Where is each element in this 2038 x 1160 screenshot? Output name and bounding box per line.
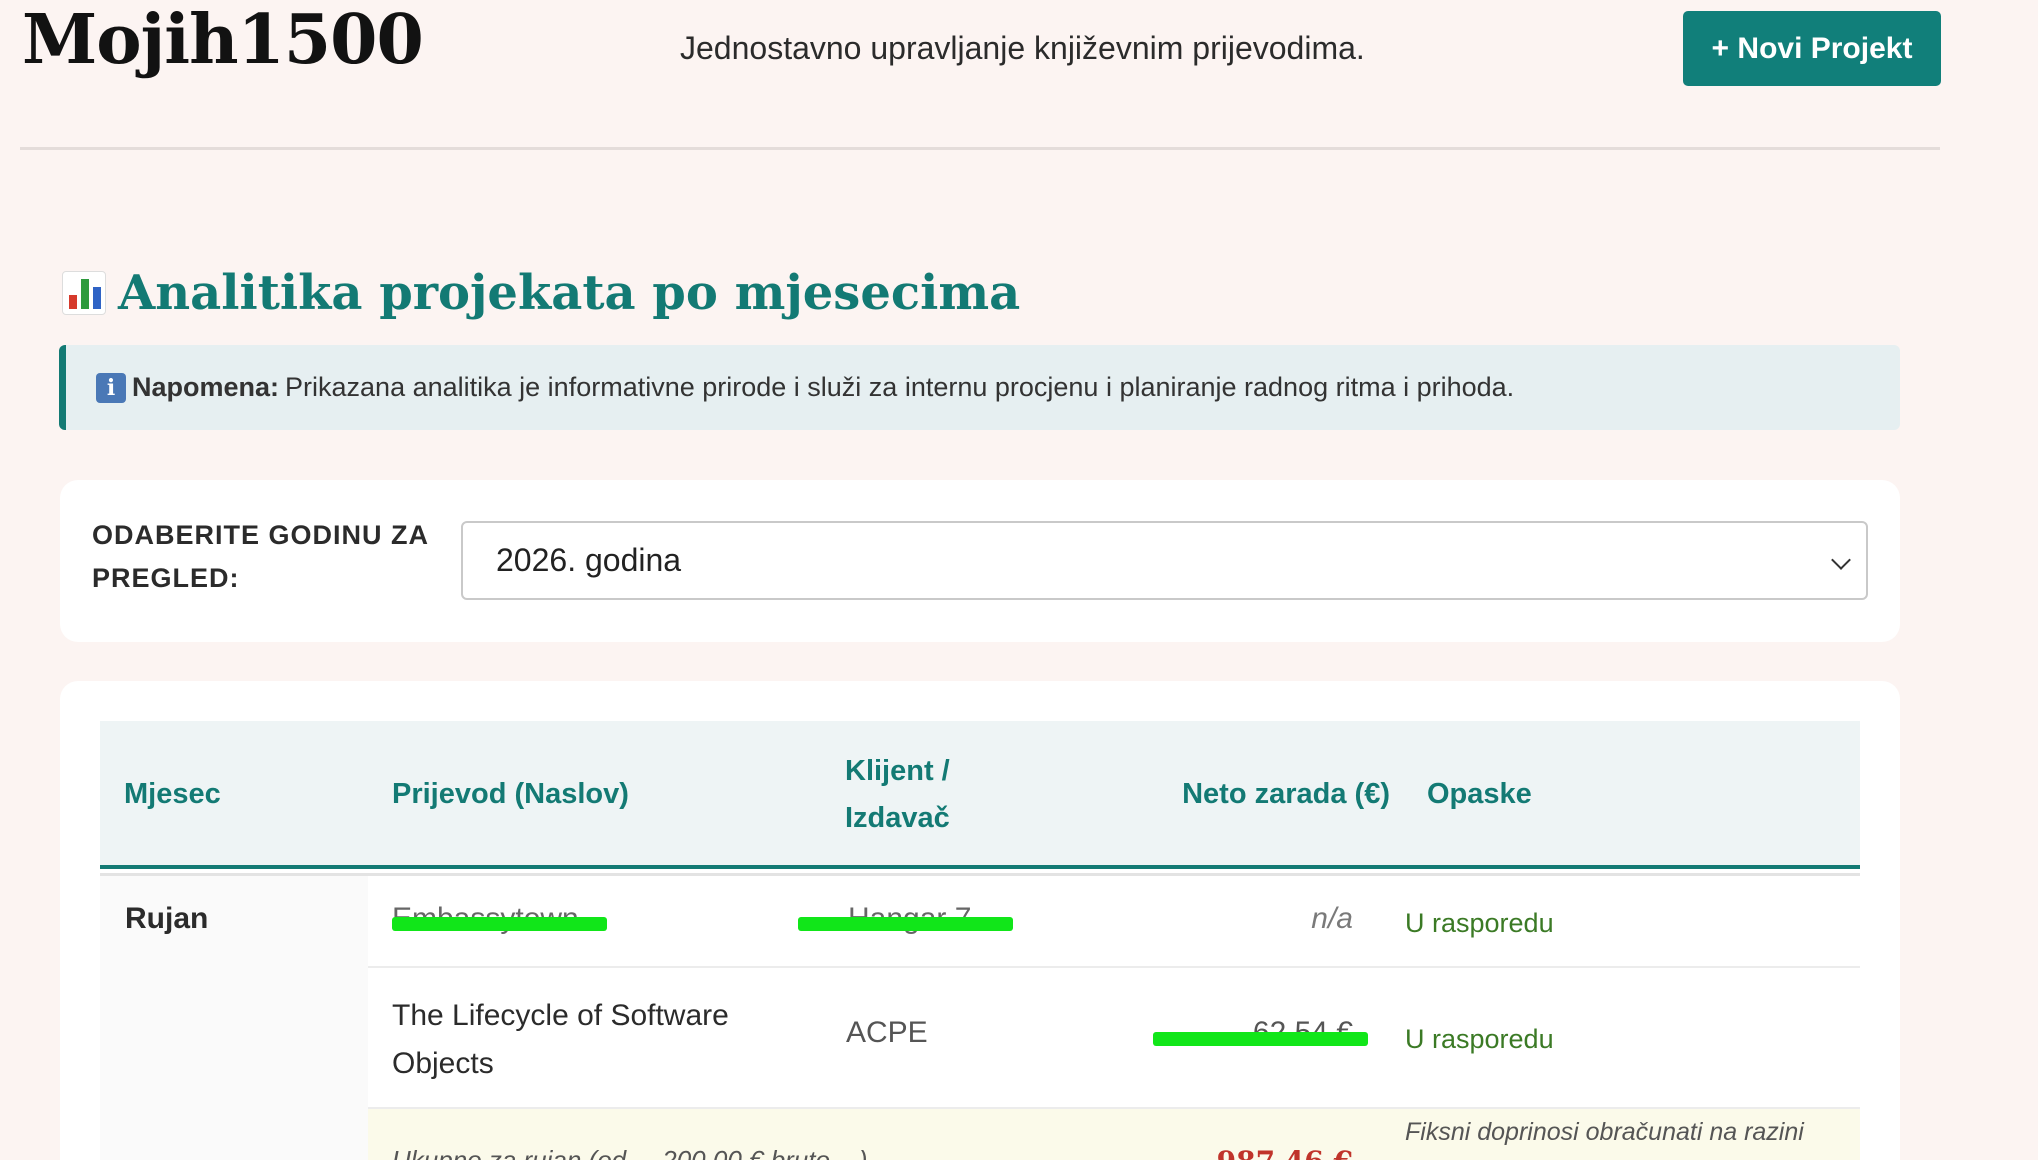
row-title: The Lifecycle of Software Objects <box>392 999 729 1080</box>
bar-chart-icon <box>62 271 106 315</box>
section-title: Analitika projekata po mjesecima <box>118 265 1021 321</box>
analytics-table: Mjesec Prijevod (Naslov) Klijent / Izdav… <box>60 681 1900 1160</box>
info-note: i Napomena: Prikazana analitika je infor… <box>59 345 1900 430</box>
redaction-mark <box>798 917 1013 931</box>
section-heading: Analitika projekata po mjesecima <box>62 265 1020 321</box>
note-text: Prikazana analitika je informativne prir… <box>285 372 1515 402</box>
row-client: ACPE <box>846 1016 928 1049</box>
month-cell: Rujan <box>100 876 368 1160</box>
year-filter-card: ODABERITE GODINU ZA PREGLED: 2026. godin… <box>60 480 1900 642</box>
summary-note: Fiksni doprinosi obračunati na razini <box>1405 1118 1804 1146</box>
summary-row: Ukupno za rujan (od ... 200,00 € bruto .… <box>368 1109 1860 1160</box>
page-header: Mojih1500 Jednostavno upravljanje knjiže… <box>20 0 1941 150</box>
row-status: U rasporedu <box>1405 908 1554 938</box>
redaction-mark <box>1153 1032 1368 1046</box>
row-status: U rasporedu <box>1405 1024 1554 1054</box>
column-header-client: Klijent / Izdavač <box>845 755 950 834</box>
summary-title: Ukupno za rujan (od ... 200,00 € bruto .… <box>392 1145 868 1160</box>
chevron-down-icon <box>1831 550 1851 570</box>
column-header-month: Mjesec <box>124 778 221 810</box>
year-label: ODABERITE GODINU ZA PREGLED: <box>92 520 428 593</box>
table-row: The Lifecycle of Software Objects ACPE 6… <box>368 968 1860 1109</box>
new-project-button[interactable]: + Novi Projekt <box>1683 11 1941 86</box>
table-header: Mjesec Prijevod (Naslov) Klijent / Izdav… <box>100 721 1860 869</box>
year-select-value: 2026. godina <box>496 542 682 578</box>
table-row: Embassytown Hangar 7 n/a U rasporedu <box>368 876 1860 968</box>
info-icon: i <box>96 372 126 403</box>
column-header-notes: Opaske <box>1427 778 1532 810</box>
month-name: Rujan <box>125 902 209 935</box>
summary-amount: 987,46 € <box>1103 1145 1353 1160</box>
redaction-mark <box>392 917 607 931</box>
row-net: n/a <box>1311 902 1353 935</box>
note-label: Napomena: <box>132 372 280 402</box>
column-header-title: Prijevod (Naslov) <box>392 778 629 810</box>
column-header-net: Neto zarada (€) <box>1182 778 1390 810</box>
tagline: Jednostavno upravljanje književnim prije… <box>680 30 1365 66</box>
year-select[interactable]: 2026. godina <box>461 521 1868 600</box>
logo[interactable]: Mojih1500 <box>22 0 424 80</box>
